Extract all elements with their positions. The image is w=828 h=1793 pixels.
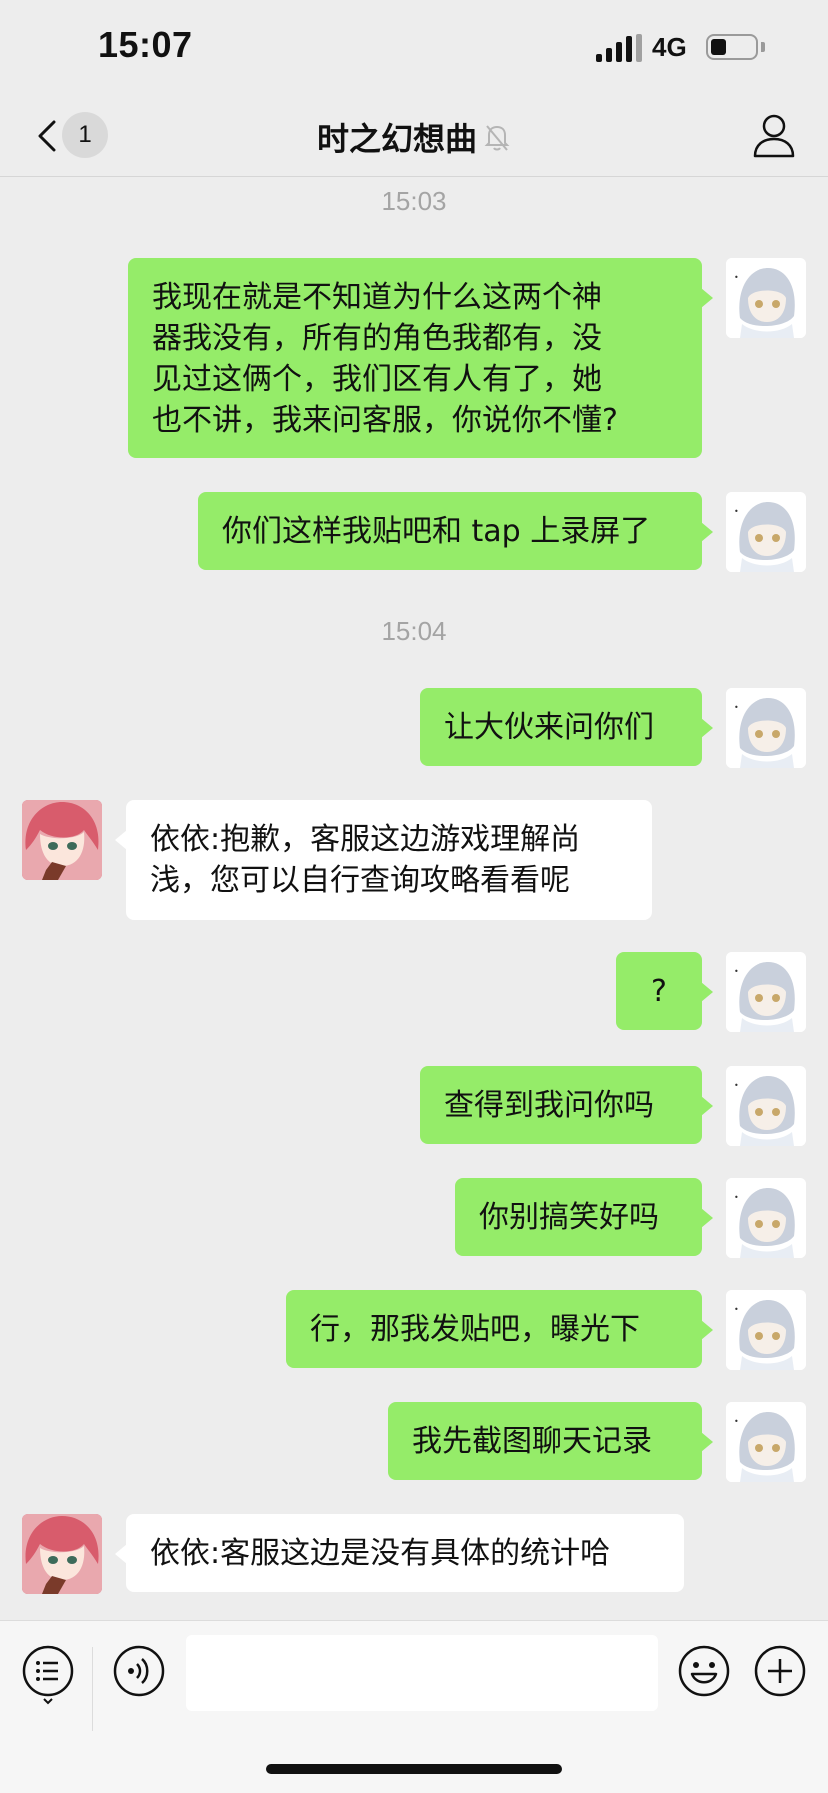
message-text-line: 我先截图聊天记录 [412,1424,652,1459]
list-icon [22,1645,74,1705]
contact-avatar[interactable] [22,1514,102,1594]
battery-icon [706,34,758,60]
message-text-line: 依依:客服这边是没有具体的统计哈 [150,1536,611,1571]
nav-bar: 1 时之幻想曲 [0,100,828,177]
outgoing-message-bubble[interactable]: 我先截图聊天记录 [388,1402,713,1480]
outgoing-message-bubble[interactable]: 我现在就是不知道为什么这两个神 器我没有，所有的角色我都有，没 见过这俩个，我们区有… [128,258,713,458]
person-icon [753,114,795,158]
timestamp: 15:04 [381,616,447,646]
plus-circle-icon [754,1645,806,1697]
outgoing-message-bubble[interactable]: 让大伙来问你们 [420,688,713,766]
message-text-line: 器我没有，所有的角色我都有，没 [152,321,602,356]
svg-text:•: • [734,967,739,976]
outgoing-message-bubble[interactable]: 行，那我发贴吧，曝光下 [286,1290,713,1368]
my-avatar[interactable]: • [726,1066,806,1146]
home-indicator [266,1764,562,1774]
network-type: 4G [652,32,687,62]
status-time: 15:07 [98,24,193,65]
svg-text:•: • [734,1193,739,1202]
battery-tip [761,42,765,52]
message-text-line: 也不讲，我来问客服，你说你不懂? [152,403,618,438]
outgoing-message-bubble[interactable]: ? [616,952,713,1030]
my-avatar[interactable]: • [726,1402,806,1482]
message-text-line: 查得到我问你吗 [444,1088,654,1123]
message-text-line: 你们这样我贴吧和 tap 上录屏了 [222,514,651,549]
message-text-line: 行，那我发贴吧，曝光下 [310,1312,640,1347]
menu-button[interactable] [20,1643,76,1705]
smile-icon [678,1645,730,1697]
bell-slash-icon [483,122,511,160]
svg-text:•: • [734,703,739,712]
message-text-line: 依依:抱歉，客服这边游戏理解尚 [150,822,581,857]
chat-info-button[interactable] [752,112,796,160]
my-avatar[interactable]: • [726,258,806,338]
message-text-line: 浅，您可以自行查询攻略看看呢 [150,863,570,898]
incoming-message-bubble[interactable]: 依依:抱歉，客服这边游戏理解尚 浅，您可以自行查询攻略看看呢 [115,800,652,920]
chat-title-text: 时之幻想曲 [316,120,477,158]
my-avatar[interactable]: • [726,688,806,768]
incoming-message-bubble[interactable]: 依依:客服这边是没有具体的统计哈 [115,1514,684,1592]
svg-text:•: • [734,507,739,516]
my-avatar[interactable]: • [726,492,806,572]
outgoing-message-bubble[interactable]: 查得到我问你吗 [420,1066,713,1144]
message-text-line: ? [651,974,667,1009]
message-text-line: 你别搞笑好吗 [479,1200,659,1235]
contact-avatar[interactable] [22,800,102,880]
voice-icon [113,1645,165,1697]
signal-icon [596,34,642,62]
outgoing-message-bubble[interactable]: 你们这样我贴吧和 tap 上录屏了 [198,492,713,570]
svg-text:•: • [734,1305,739,1314]
message-input[interactable] [186,1635,658,1711]
emoji-button[interactable] [676,1643,732,1699]
status-bar: 15:07 4G [0,0,828,100]
chat-title: 时之幻想曲 [0,114,828,160]
add-button[interactable] [752,1643,808,1699]
voice-button[interactable] [111,1643,167,1699]
message-text-line: 我现在就是不知道为什么这两个神 [152,280,602,315]
svg-text:•: • [734,273,739,282]
input-divider [92,1647,93,1731]
message-text-line: 见过这俩个，我们区有人有了，她 [152,362,602,397]
my-avatar[interactable]: • [726,1290,806,1370]
svg-text:•: • [734,1081,739,1090]
timestamp: 15:03 [381,186,447,216]
svg-text:•: • [734,1417,739,1426]
my-avatar[interactable]: • [726,952,806,1032]
outgoing-message-bubble[interactable]: 你别搞笑好吗 [455,1178,713,1256]
my-avatar[interactable]: • [726,1178,806,1258]
message-text-line: 让大伙来问你们 [444,710,654,745]
